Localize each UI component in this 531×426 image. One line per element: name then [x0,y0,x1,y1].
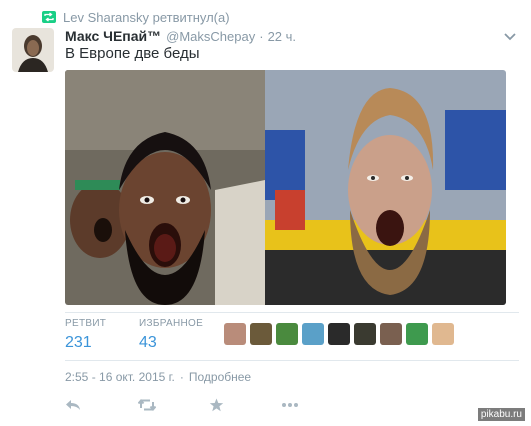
retweet-count[interactable]: 231 [65,334,106,352]
favoriter-avatar[interactable] [432,323,454,345]
tweet-media[interactable] [65,70,506,305]
favoriter-avatars [224,323,458,345]
more-icon[interactable] [281,398,299,412]
favorite-stat[interactable]: ИЗБРАННОЕ 43 [139,318,203,352]
media-photo-right [265,70,506,305]
meta-separator: · [179,370,184,384]
tweet-text: В Европе две беды [65,45,200,62]
favoriter-avatar[interactable] [380,323,402,345]
favoriter-avatar[interactable] [406,323,428,345]
media-photo-left [65,70,265,305]
author-avatar[interactable] [12,28,54,72]
retweet-stat[interactable]: РЕТВИТ 231 [65,318,106,352]
favoriter-avatar[interactable] [250,323,272,345]
tweet-timestamp[interactable]: 22 ч. [268,29,296,44]
details-link[interactable]: Подробнее [189,370,251,384]
reply-icon[interactable] [65,398,81,412]
favorite-icon[interactable] [209,398,224,412]
retweeter-link[interactable]: Lev Sharansky ретвитнул(а) [63,10,230,25]
retweet-context-icon [42,11,56,23]
tweet-header: Макс ЧЕпай™ @MaksChepay · 22 ч. [65,28,296,44]
pikabu-watermark: pikabu.ru [477,408,525,421]
retweet-icon[interactable] [138,398,156,412]
favoriter-avatar[interactable] [224,323,246,345]
retweet-context: Lev Sharansky ретвитнул(а) [42,9,230,25]
author-handle[interactable]: @MaksChepay [166,29,255,44]
chevron-down-icon[interactable] [503,32,517,42]
stats-divider-top [65,312,519,313]
favorite-count[interactable]: 43 [139,334,203,352]
favoriter-avatar[interactable] [328,323,350,345]
header-separator: · [259,28,264,44]
author-name[interactable]: Макс ЧЕпай™ [65,28,161,44]
tweet-meta: 2:55 - 16 окт. 2015 г. · Подробнее [65,370,251,384]
favoriter-avatar[interactable] [276,323,298,345]
favorite-stat-label: ИЗБРАННОЕ [139,318,204,329]
favoriter-avatar[interactable] [302,323,324,345]
retweet-stat-label: РЕТВИТ [65,318,107,329]
tweet-datetime[interactable]: 2:55 - 16 окт. 2015 г. [65,370,175,384]
stats-divider-bottom [65,360,519,361]
favoriter-avatar[interactable] [354,323,376,345]
